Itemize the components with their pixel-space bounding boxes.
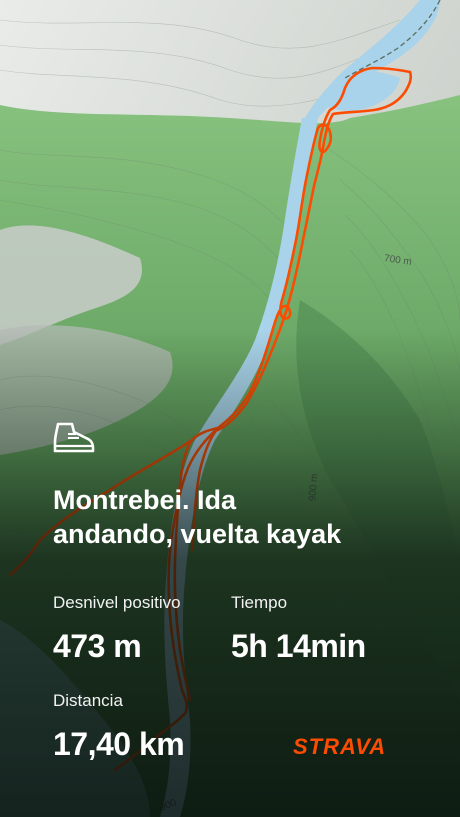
time-value: 5h 14min xyxy=(231,628,366,664)
hiking-boot-icon xyxy=(53,422,95,453)
activity-title-line: andando, vuelta kayak xyxy=(53,519,342,549)
time-label: Tiempo xyxy=(231,593,288,612)
elevation-value: 473 m xyxy=(53,628,142,664)
activity-title-line: Montrebei. Ida xyxy=(53,485,237,515)
activity-title: Montrebei. Ida andando, vuelta kayak xyxy=(53,483,433,551)
distance-label: Distancia xyxy=(53,691,123,710)
elevation-label: Desnivel positivo xyxy=(53,593,181,612)
strava-logo: STRAVA xyxy=(293,734,387,759)
activity-share-card: 700 m 900 m 900 Montrebei. Ida andando, … xyxy=(0,0,460,817)
distance-value: 17,40 km xyxy=(53,726,185,762)
